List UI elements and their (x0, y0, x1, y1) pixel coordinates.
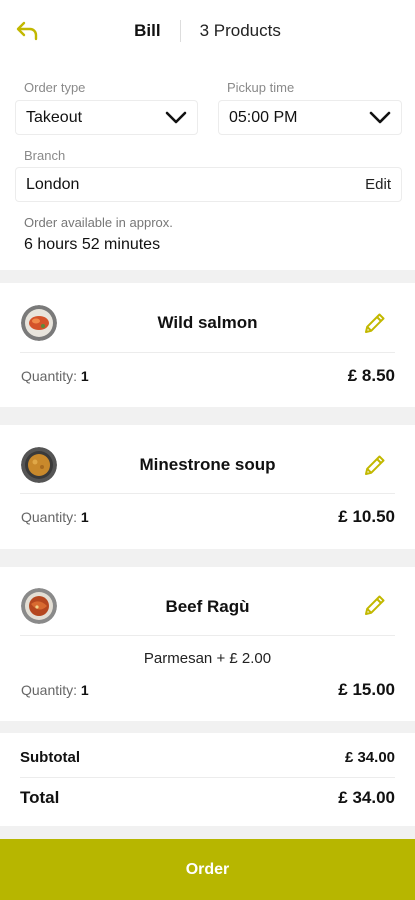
subtotal-row: Subtotal £ 34.00 (20, 749, 395, 766)
order-type-select[interactable]: Takeout (15, 100, 198, 135)
branch-label: Branch (24, 148, 66, 163)
quantity-value: 1 (80, 368, 89, 384)
chevron-down-icon (165, 111, 187, 123)
app-root: Bill 3 Products Order type Takeout Picku… (0, 0, 415, 900)
header-tabs: Bill 3 Products (0, 20, 415, 42)
pickup-time-select[interactable]: 05:00 PM (218, 100, 402, 135)
order-type-label: Order type (24, 80, 86, 95)
product-price: £ 15.00 (338, 680, 395, 699)
quantity-label: Quantity: (21, 368, 78, 384)
totals-section: Subtotal £ 34.00 Total £ 34.00 (0, 733, 415, 826)
branch-value: London (26, 175, 80, 193)
product-price: £ 10.50 (338, 507, 395, 526)
chevron-down-icon (369, 111, 391, 123)
product-card: Wild salmon Quantity: 1 £ 8.50 (0, 283, 415, 407)
pencil-icon[interactable] (363, 311, 387, 335)
product-extra: Parmesan + £ 2.00 (143, 650, 272, 667)
branch-field: London Edit (15, 167, 402, 202)
quantity-value: 1 (80, 509, 89, 525)
subtotal-value: £ 34.00 (344, 749, 395, 766)
order-type-value: Takeout (26, 108, 83, 126)
branch-edit-link[interactable]: Edit (365, 176, 391, 193)
order-details: Order type Takeout Pickup time 05:00 PM … (0, 62, 415, 270)
pickup-time-label: Pickup time (227, 80, 295, 95)
total-value: £ 34.00 (338, 788, 395, 807)
product-name: Minestrone soup (139, 455, 276, 474)
pencil-icon[interactable] (363, 453, 387, 477)
quantity-label: Quantity: (21, 509, 78, 525)
card-divider (20, 635, 395, 636)
quantity-label: Quantity: (21, 682, 78, 698)
product-image (21, 447, 57, 483)
availability-label: Order available in approx. (24, 215, 173, 230)
tab-products[interactable]: 3 Products (181, 21, 281, 41)
tab-bill[interactable]: Bill (134, 21, 179, 41)
subtotal-label: Subtotal (20, 749, 80, 766)
total-label: Total (20, 788, 60, 807)
header: Bill 3 Products (0, 0, 415, 62)
card-divider (20, 352, 395, 353)
quantity-text: Quantity: 1 (21, 509, 89, 525)
quantity-value: 1 (80, 682, 89, 698)
quantity-text: Quantity: 1 (21, 368, 89, 384)
totals-divider (20, 777, 395, 778)
quantity-text: Quantity: 1 (21, 682, 89, 698)
product-image (21, 305, 57, 341)
order-button[interactable]: Order (0, 839, 415, 900)
product-image (21, 588, 57, 624)
product-name: Wild salmon (157, 313, 258, 332)
availability-value: 6 hours 52 minutes (24, 236, 161, 253)
pickup-time-value: 05:00 PM (229, 108, 298, 126)
card-divider (20, 493, 395, 494)
total-row: Total £ 34.00 (20, 788, 395, 808)
product-card: Minestrone soup Quantity: 1 £ 10.50 (0, 425, 415, 549)
pencil-icon[interactable] (363, 593, 387, 617)
product-card: Beef Ragù Parmesan + £ 2.00 Quantity: 1 … (0, 567, 415, 721)
product-name: Beef Ragù (165, 597, 250, 616)
product-price: £ 8.50 (347, 366, 395, 385)
